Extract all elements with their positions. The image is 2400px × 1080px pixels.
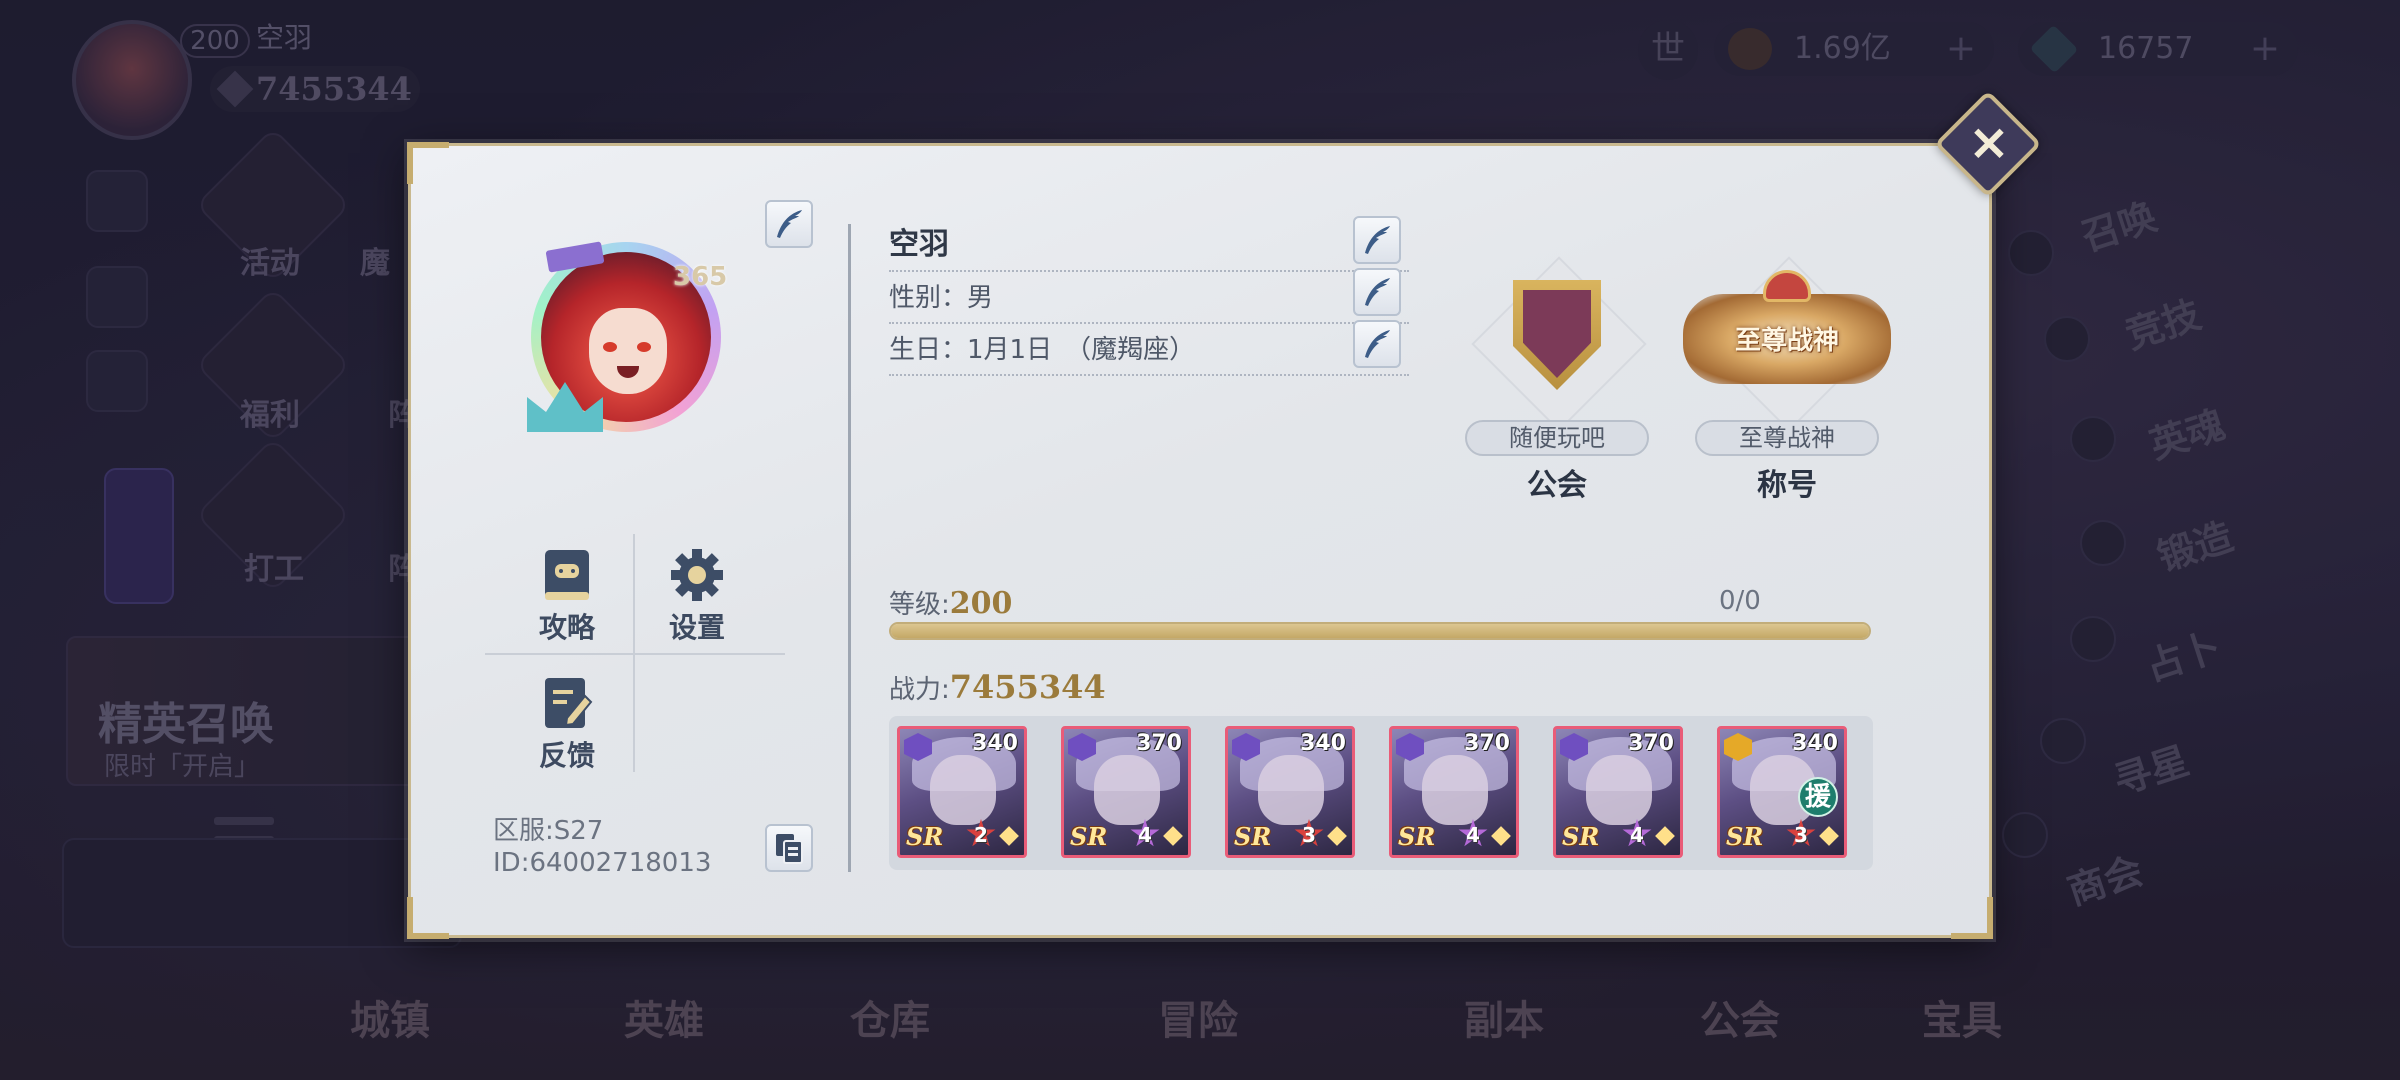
name-row: 空羽 bbox=[889, 220, 1409, 272]
birthday-text: 生日：1月1日 （魔羯座） bbox=[889, 335, 1196, 365]
gender-text: 性别：男 bbox=[889, 283, 994, 313]
tool-grid-divider bbox=[485, 653, 785, 655]
guild-caption: 公会 bbox=[1527, 468, 1587, 503]
hero-card[interactable]: 340 SR 3 援 bbox=[1717, 726, 1847, 858]
hero-rarity: SR bbox=[1726, 822, 1764, 851]
hero-rarity: SR bbox=[1398, 822, 1436, 851]
edit-gender-button[interactable] bbox=[1353, 268, 1401, 316]
hero-level: 340 bbox=[1300, 731, 1346, 756]
edit-birthday-button[interactable] bbox=[1353, 320, 1401, 368]
hero-diamond-icon bbox=[1327, 826, 1347, 846]
feedback-label: 反馈 bbox=[538, 739, 595, 772]
frame-corner bbox=[1951, 897, 1993, 939]
feedback-icon bbox=[539, 674, 595, 732]
hero-level: 370 bbox=[1464, 731, 1510, 756]
feedback-button[interactable]: 反馈 bbox=[517, 674, 617, 774]
level-value: 200 bbox=[949, 586, 1013, 621]
hero-diamond-icon bbox=[1163, 826, 1183, 846]
hero-card[interactable]: 370 SR 4 bbox=[1389, 726, 1519, 858]
profile-name: 空羽 bbox=[889, 227, 949, 262]
hero-portrait-face bbox=[1586, 755, 1652, 825]
hero-diamond-icon bbox=[1819, 826, 1839, 846]
hero-card[interactable]: 370 SR 4 bbox=[1553, 726, 1683, 858]
hero-portrait-face bbox=[1422, 755, 1488, 825]
guide-button[interactable]: 攻略 bbox=[517, 546, 617, 646]
quill-icon bbox=[1365, 278, 1390, 306]
frame-corner bbox=[407, 897, 449, 939]
title-badge: 至尊战神 bbox=[1683, 254, 1891, 430]
hero-rarity: SR bbox=[1234, 822, 1272, 851]
hero-level: 340 bbox=[1792, 731, 1838, 756]
guild-badge bbox=[1469, 254, 1645, 430]
title-name: 至尊战神 bbox=[1695, 420, 1879, 456]
hero-level: 370 bbox=[1136, 731, 1182, 756]
column-divider bbox=[848, 224, 851, 872]
copy-id-button[interactable] bbox=[765, 824, 813, 872]
level-progress-bar bbox=[889, 622, 1871, 640]
guide-label: 攻略 bbox=[538, 611, 595, 644]
quill-icon bbox=[1365, 226, 1390, 254]
copy-icon bbox=[776, 834, 803, 864]
hero-diamond-icon bbox=[1491, 826, 1511, 846]
settings-button[interactable]: 设置 bbox=[647, 546, 747, 646]
hero-portrait-face bbox=[1094, 755, 1160, 825]
close-icon[interactable]: × bbox=[1966, 114, 2012, 170]
guild-emblem[interactable]: 随便玩吧 公会 bbox=[1437, 254, 1677, 504]
avatar-face bbox=[589, 308, 667, 394]
hero-support-badge: 援 bbox=[1798, 777, 1838, 817]
edit-avatar-button[interactable] bbox=[765, 200, 813, 248]
frame-corner bbox=[407, 142, 449, 184]
crown-icon bbox=[1763, 270, 1811, 302]
hero-star-count: 3 bbox=[1302, 823, 1316, 847]
title-badge-text: 至尊战神 bbox=[1734, 326, 1839, 356]
profile-dialog: 365 攻略 设置 反馈 区服:S27 ID:64002718013 空羽 性别… bbox=[407, 142, 1993, 939]
level-exp: 0/0 bbox=[1719, 586, 1761, 616]
title-caption: 称号 bbox=[1757, 468, 1817, 503]
guide-book-icon bbox=[539, 546, 595, 604]
edit-name-button[interactable] bbox=[1353, 216, 1401, 264]
power-label: 战力: bbox=[889, 675, 950, 705]
hero-lineup: 340 SR 2 370 SR 4 340 SR 3 370 SR 4 370 SR 4 340 SR 3 援 bbox=[889, 716, 1873, 870]
avatar-level: 365 bbox=[673, 262, 728, 292]
hero-rarity: SR bbox=[906, 822, 944, 851]
hero-star-count: 4 bbox=[1466, 823, 1480, 847]
server-label: 区服:S27 bbox=[493, 816, 604, 846]
hero-level: 370 bbox=[1628, 731, 1674, 756]
gear-icon bbox=[669, 546, 725, 604]
player-id-label: ID:64002718013 bbox=[493, 848, 712, 878]
gender-row: 性别：男 bbox=[889, 272, 1409, 324]
power-value: 7455344 bbox=[949, 668, 1106, 706]
hero-portrait-face bbox=[930, 755, 996, 825]
level-label: 等级: bbox=[889, 590, 950, 620]
hero-level: 340 bbox=[972, 731, 1018, 756]
birthday-row: 生日：1月1日 （魔羯座） bbox=[889, 324, 1409, 376]
power-row: 战力:7455344 bbox=[889, 668, 1106, 706]
hero-star-count: 4 bbox=[1630, 823, 1644, 847]
quill-icon bbox=[1365, 330, 1390, 358]
hero-diamond-icon bbox=[999, 826, 1019, 846]
level-row: 等级:200 bbox=[889, 584, 1012, 621]
hero-star-count: 4 bbox=[1138, 823, 1152, 847]
hero-portrait-face bbox=[1258, 755, 1324, 825]
hero-card[interactable]: 340 SR 2 bbox=[897, 726, 1027, 858]
hero-diamond-icon bbox=[1655, 826, 1675, 846]
hero-rarity: SR bbox=[1070, 822, 1108, 851]
hero-card[interactable]: 370 SR 4 bbox=[1061, 726, 1191, 858]
hero-card[interactable]: 340 SR 3 bbox=[1225, 726, 1355, 858]
title-emblem[interactable]: 至尊战神 至尊战神 称号 bbox=[1667, 254, 1907, 504]
level-progress-fill bbox=[891, 624, 1869, 638]
guild-name: 随便玩吧 bbox=[1465, 420, 1649, 456]
settings-label: 设置 bbox=[668, 611, 725, 644]
hero-star-count: 2 bbox=[974, 823, 988, 847]
hero-rarity: SR bbox=[1562, 822, 1600, 851]
quill-icon bbox=[777, 210, 802, 238]
hero-star-count: 3 bbox=[1794, 823, 1808, 847]
